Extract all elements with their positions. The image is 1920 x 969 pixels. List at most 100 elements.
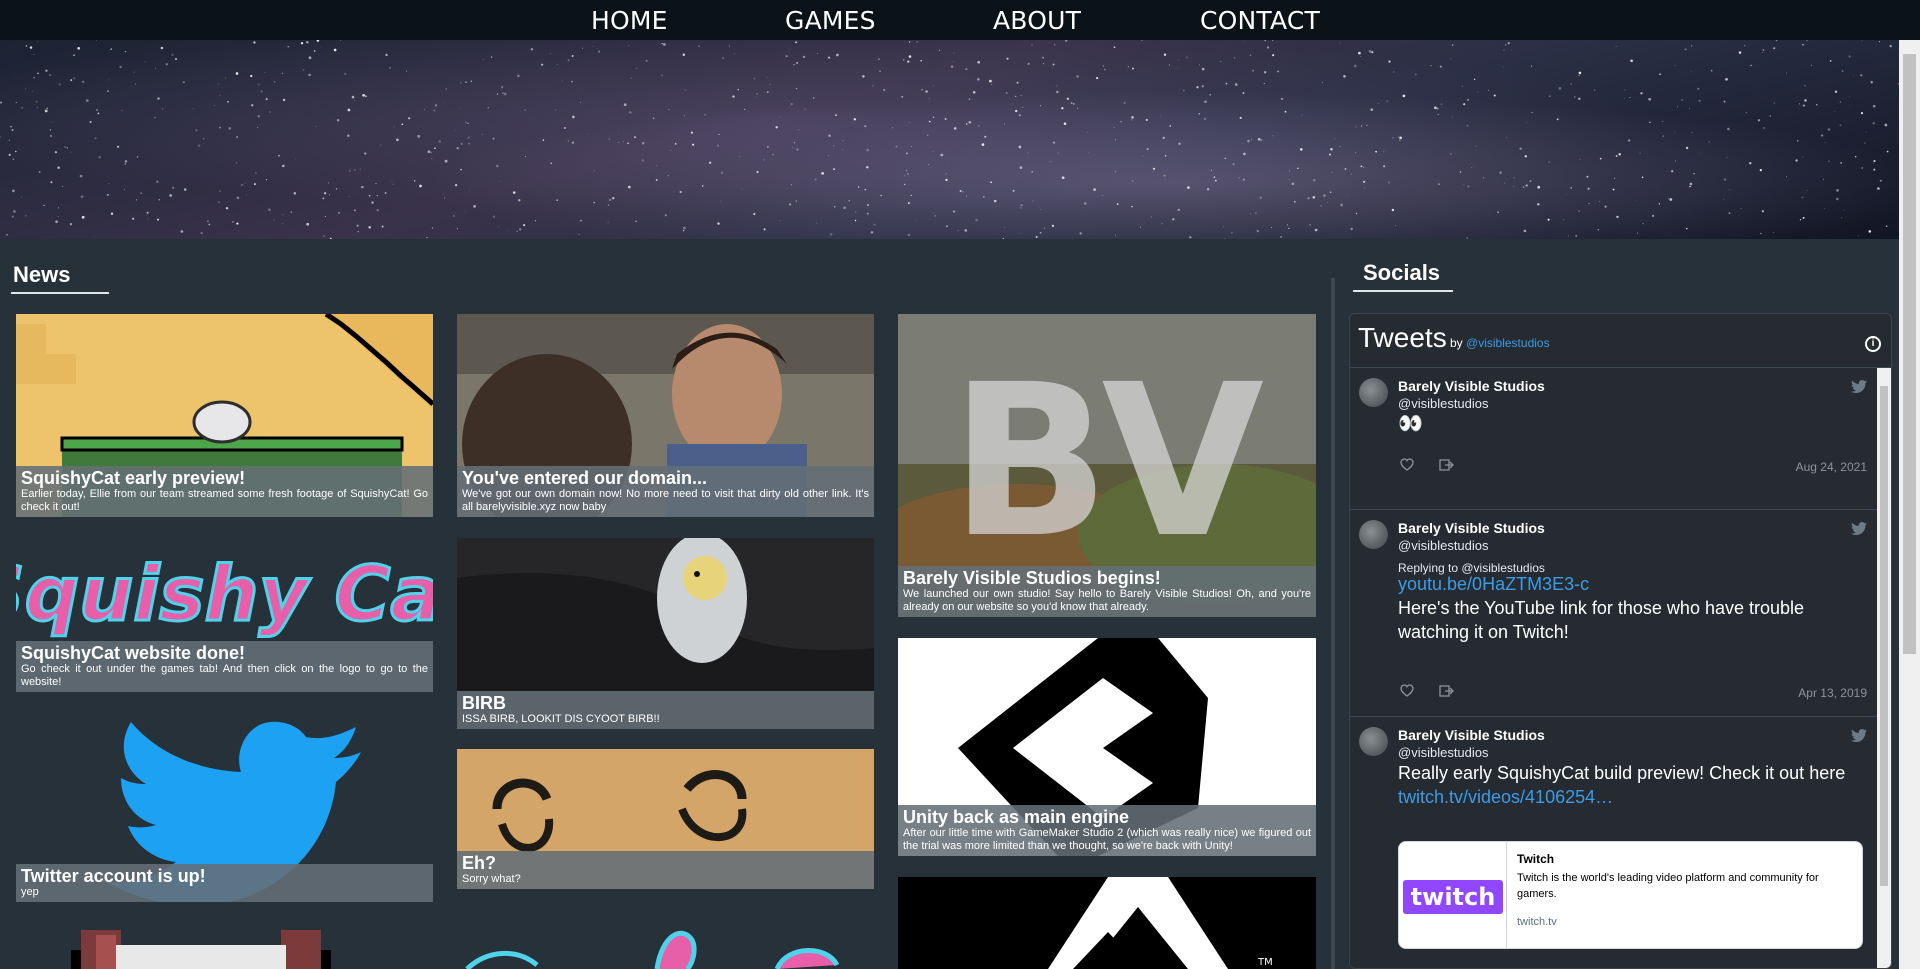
news-heading: News	[13, 262, 71, 287]
tweet-link[interactable]: youtu.be/0HaZTM3E3-c	[1398, 572, 1589, 596]
news-card-domain[interactable]: You've entered our domain... We've got o…	[457, 314, 874, 517]
socials-heading: Socials	[1363, 260, 1441, 285]
pixel-cat-image	[71, 930, 331, 969]
card-caption: Unity back as main engine After our litt…	[898, 805, 1316, 856]
timeline-title: Tweets	[1358, 322, 1447, 353]
avatar[interactable]	[1359, 520, 1388, 549]
card-caption: Twitter account is up! yep	[16, 864, 433, 902]
squishy-logo-text: Squishy Cat	[16, 549, 433, 638]
starfield-image	[0, 40, 1900, 239]
timeline-header: Tweets by @visiblestudios i	[1350, 314, 1891, 368]
card-description: We launched our own studio! Say hello to…	[903, 588, 1311, 613]
news-underline	[11, 292, 109, 294]
tweet-text: Really early SquishyCat build preview! C…	[1398, 763, 1846, 783]
nav-home-link[interactable]: HOME	[591, 6, 668, 35]
twitch-logo-text: twitch	[1411, 883, 1496, 911]
byline-text: by	[1450, 336, 1463, 350]
twitter-timeline-widget: Tweets by @visiblestudios i Barely Visib…	[1349, 313, 1892, 969]
preview-description: Twitch is the world's leading video plat…	[1517, 872, 1819, 900]
tweet-item[interactable]: Barely Visible Studios @visiblestudios R…	[1350, 510, 1877, 717]
tm-mark: TM	[1257, 957, 1273, 968]
card-description: We've got our own domain now! No more ne…	[462, 488, 869, 513]
nav-about-link[interactable]: ABOUT	[993, 6, 1081, 35]
tweet-date[interactable]: Apr 13, 2019	[1798, 686, 1867, 700]
news-card-studio-begins[interactable]: BV Barely Visible Studios begins! We lau…	[898, 314, 1316, 617]
tweet-actions	[1400, 684, 1460, 703]
news-card-unity[interactable]: Unity back as main engine After our litt…	[898, 638, 1316, 856]
timeline-scrollbar-thumb[interactable]	[1880, 386, 1888, 886]
card-title: Unity back as main engine	[903, 807, 1130, 827]
tweet-item[interactable]: Barely Visible Studios @visiblestudios 👀…	[1350, 368, 1877, 510]
card-caption: SquishyCat website done! Go check it out…	[16, 641, 433, 692]
timeline-byline: by @visiblestudios	[1450, 336, 1550, 350]
news-card-squishy-logo-partial[interactable]	[457, 920, 874, 969]
card-caption: Barely Visible Studios begins! We launch…	[898, 566, 1316, 617]
twitter-bird-icon[interactable]	[1851, 729, 1867, 743]
info-icon[interactable]: i	[1865, 336, 1881, 352]
card-title: SquishyCat early preview!	[21, 468, 246, 488]
card-description: Go check it out under the games tab! And…	[21, 663, 428, 688]
preview-title: Twitch	[1517, 852, 1555, 866]
tweet-author-handle[interactable]: @visiblestudios	[1398, 745, 1489, 760]
tweet-action-icons[interactable]	[1400, 684, 1460, 698]
card-title: Twitter account is up!	[21, 866, 206, 886]
card-caption: You've entered our domain... We've got o…	[457, 466, 874, 517]
tweet-author-name[interactable]: Barely Visible Studios	[1398, 520, 1545, 536]
twitch-logo: twitch	[1399, 842, 1507, 948]
news-card-squishycat-preview[interactable]: SquishyCat early preview! Earlier today,…	[16, 314, 433, 517]
card-caption: SquishyCat early preview! Earlier today,…	[16, 466, 433, 517]
top-nav: HOME GAMES ABOUT CONTACT	[0, 0, 1920, 40]
tweet-text: Here's the YouTube link for those who ha…	[1398, 598, 1805, 642]
twitter-bird-icon[interactable]	[1851, 522, 1867, 536]
avatar[interactable]	[1359, 727, 1388, 756]
tweet-action-icons[interactable]	[1400, 458, 1460, 472]
tweet-date[interactable]: Aug 24, 2021	[1796, 460, 1867, 474]
news-card-eh[interactable]: Eh? Sorry what?	[457, 749, 874, 889]
tweet-author-handle[interactable]: @visiblestudios	[1398, 538, 1489, 553]
share-icon	[1439, 685, 1454, 697]
tweet-actions	[1400, 458, 1460, 477]
card-title: You've entered our domain...	[462, 468, 707, 488]
tweet-author-handle[interactable]: @visiblestudios	[1398, 396, 1489, 411]
card-description: After our little time with GameMaker Stu…	[903, 827, 1311, 852]
tweet-item[interactable]: Barely Visible Studios @visiblestudios R…	[1350, 717, 1877, 968]
card-description: Earlier today, Ellie from our team strea…	[21, 488, 428, 513]
socials-underline	[1353, 290, 1453, 292]
news-card-pixel-cat-partial[interactable]	[16, 920, 433, 969]
news-card-twitter[interactable]: Twitter account is up! yep	[16, 712, 433, 902]
nav-games-link[interactable]: GAMES	[785, 6, 876, 35]
preview-url: twitch.tv	[1517, 916, 1557, 928]
bv-logo-text: BV	[950, 339, 1264, 584]
news-card-birb[interactable]: BIRB ISSA BIRB, LOOKIT DIS CYOOT BIRB!!	[457, 538, 874, 729]
heart-icon	[1400, 458, 1414, 471]
tweet-author-name[interactable]: Barely Visible Studios	[1398, 727, 1545, 743]
avatar[interactable]	[1359, 378, 1388, 407]
hero-banner	[0, 40, 1902, 239]
card-caption: BIRB ISSA BIRB, LOOKIT DIS CYOOT BIRB!!	[457, 691, 874, 729]
news-card-engine-partial[interactable]: TM	[898, 877, 1316, 969]
engine-logo-image: TM	[1048, 877, 1273, 969]
squishycat-logo-partial-image	[465, 930, 840, 969]
card-caption: Eh? Sorry what?	[457, 851, 874, 889]
tweet-text: 👀	[1398, 413, 1423, 435]
nav-contact-link[interactable]: CONTACT	[1200, 6, 1320, 35]
card-description: yep	[21, 886, 39, 898]
timeline-scrollbar[interactable]	[1877, 368, 1891, 968]
card-title: SquishyCat website done!	[21, 643, 246, 663]
heart-icon	[1400, 684, 1414, 697]
card-title: Barely Visible Studios begins!	[903, 568, 1161, 588]
column-divider	[1331, 278, 1335, 969]
link-preview-card[interactable]: twitch Twitch Twitch is the world's lead…	[1398, 841, 1863, 949]
tweet-link[interactable]: twitch.tv/videos/4106254…	[1398, 785, 1613, 809]
share-icon	[1439, 459, 1454, 471]
tweet-author-name[interactable]: Barely Visible Studios	[1398, 378, 1545, 394]
twitch-logo-icon: twitch	[1403, 880, 1503, 914]
timeline-handle-link[interactable]: @visiblestudios	[1466, 336, 1550, 350]
page-scrollbar-thumb[interactable]	[1903, 54, 1916, 654]
card-title: BIRB	[462, 693, 506, 713]
card-title: Eh?	[462, 853, 496, 873]
news-card-squishycat-website[interactable]: Squishy Cat SquishyCat website done! Go …	[16, 540, 433, 692]
card-description: Sorry what?	[462, 873, 521, 885]
page-scrollbar[interactable]	[1899, 40, 1920, 969]
twitter-bird-icon[interactable]	[1851, 380, 1867, 394]
